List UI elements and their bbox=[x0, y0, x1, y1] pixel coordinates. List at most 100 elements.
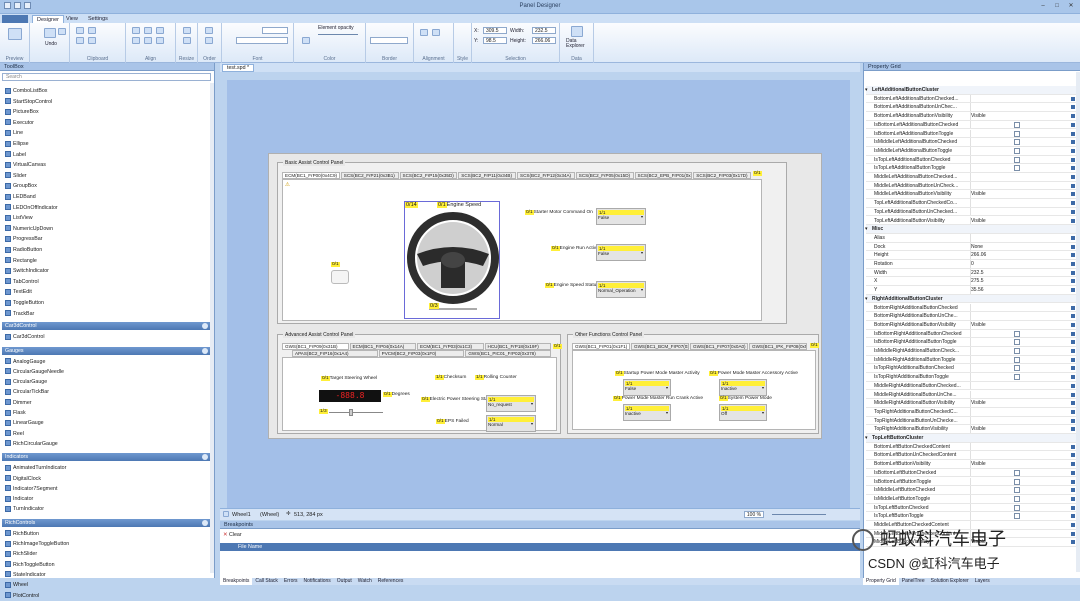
toolbox-category-gauges[interactable]: Gauges bbox=[2, 346, 210, 355]
property-row[interactable]: Dock None bbox=[866, 242, 1076, 252]
toolbox-item-circulartickbar[interactable]: CircularTickBar bbox=[5, 388, 49, 397]
steering-wheel-icon[interactable] bbox=[407, 212, 499, 304]
property-row[interactable]: TopRightAdditionalButtonVisibility Visibl… bbox=[866, 425, 1076, 434]
toolbox-item-ledonoffindicator[interactable]: LEDOnOffIndicator bbox=[5, 204, 58, 213]
property-row[interactable]: TopLeftAdditionalButtonUnChecked... bbox=[866, 207, 1076, 217]
property-row[interactable]: TopLeftAdditionalButtonVisibility Visible bbox=[866, 216, 1076, 226]
minimize-button[interactable]: – bbox=[1036, 2, 1050, 11]
font-size-combo[interactable] bbox=[262, 27, 288, 34]
property-row[interactable]: BottomLeftAdditionalButtonUnChec... bbox=[866, 103, 1076, 113]
property-row[interactable]: IsMiddleLeftAdditionalButtonToggle bbox=[866, 146, 1076, 156]
bring-front-icon[interactable] bbox=[205, 27, 213, 34]
property-row[interactable]: IsMiddleLeftButtonToggle bbox=[866, 494, 1076, 504]
bottom-tab-watch[interactable]: Watch bbox=[355, 578, 375, 585]
property-checkbox[interactable] bbox=[1014, 139, 1020, 146]
toolbox-item-startstopcontrol[interactable]: StartStopControl bbox=[5, 98, 52, 107]
tab-gws-bc1-frp09-0x31b[interactable]: GWS(BC1_FrP09(0x31B) bbox=[282, 343, 349, 350]
property-row[interactable]: IsBottomRightAdditionalButtonChecked bbox=[866, 329, 1076, 339]
maximize-button[interactable]: □ bbox=[1050, 2, 1064, 11]
wheel-selection-box[interactable]: 0/14 0/1Engine Speed 0/3 bbox=[404, 201, 500, 319]
toolbox-item-ledband[interactable]: LEDBand bbox=[5, 193, 36, 202]
border-style-combo[interactable] bbox=[370, 37, 408, 44]
bottom-tab-errors[interactable]: Errors bbox=[281, 578, 301, 585]
delete-icon[interactable] bbox=[88, 37, 96, 44]
property-row[interactable]: IsTopLeftAdditionalButtonChecked bbox=[866, 155, 1076, 165]
resize-width-icon[interactable] bbox=[183, 27, 191, 34]
accessory-dropdown[interactable]: 1/1 Inactive ▾ bbox=[719, 379, 767, 396]
tab-scs-bc2-frp15-0x35d[interactable]: SCS(BC2_FrP15(0x35D) bbox=[399, 172, 458, 179]
toolbox-item-tabcontrol[interactable]: TabControl bbox=[5, 278, 39, 287]
property-row[interactable]: BottomRightAdditionalButtonVisibility Vis… bbox=[866, 320, 1076, 330]
property-category[interactable]: ▾ TopLeftButtonCluster bbox=[865, 434, 1076, 443]
property-row[interactable]: MiddleRightAdditionalButtonUnChe... bbox=[866, 390, 1076, 400]
property-row[interactable]: BottomLeftButtonUnCheckedContent bbox=[866, 451, 1076, 461]
property-row[interactable]: Width 232.5 bbox=[866, 268, 1076, 278]
tab-ecm-bc1-frp04-0x14a[interactable]: ECM(BC1_FrP04(0x14A) bbox=[349, 343, 416, 350]
align-bottom-icon[interactable] bbox=[156, 37, 164, 44]
tab-scs-bc2-frp12-0x34a[interactable]: SCS(BC2_FrP12(0x34A) bbox=[517, 172, 575, 179]
toolbox-item-circulargaugeneedle[interactable]: CircularGaugeNeedle bbox=[5, 368, 64, 377]
property-checkbox[interactable] bbox=[1014, 487, 1020, 494]
tab-ecm-bc1-frp00-0x4c9[interactable]: ECM(BC1_FrP00(0x4C9) bbox=[282, 172, 340, 179]
toolbox-item-togglebutton[interactable]: ToggleButton bbox=[5, 299, 44, 308]
target-steering-slider[interactable] bbox=[329, 412, 383, 413]
opacity-slider[interactable] bbox=[318, 34, 358, 35]
property-row[interactable]: BottomLeftButtonVisibility Visible bbox=[866, 460, 1076, 469]
align-left-icon[interactable] bbox=[132, 27, 140, 34]
close-button[interactable]: ✕ bbox=[1064, 2, 1078, 11]
property-checkbox[interactable] bbox=[1014, 504, 1020, 511]
toolbox-item-numericupdown[interactable]: NumericUpDown bbox=[5, 225, 53, 234]
property-row[interactable]: MiddleLeftAdditionalButtonUnCheck... bbox=[866, 181, 1076, 191]
property-row[interactable]: TopRightAdditionalButtonCheckedC... bbox=[866, 407, 1076, 417]
toolbox-item-stateindicator[interactable]: StateIndicator bbox=[5, 571, 46, 580]
toolbox-item-digitalclock[interactable]: DigitalClock bbox=[5, 475, 41, 484]
property-checkbox[interactable] bbox=[1014, 495, 1020, 502]
toolbox-item-executor[interactable]: Executor bbox=[5, 119, 34, 128]
advanced-assist-groupbox[interactable]: Advanced Assist Control Panel 0/1 0/1Tar… bbox=[277, 332, 562, 434]
align-middle-icon[interactable] bbox=[144, 37, 152, 44]
toolbox-item-car3dcontrol[interactable]: Car3dControl bbox=[5, 333, 45, 342]
property-checkbox[interactable] bbox=[1014, 147, 1020, 154]
toolbox-item-textedit[interactable]: TextEdit bbox=[5, 288, 32, 297]
toolbox-item-wheel[interactable]: Wheel bbox=[5, 581, 28, 590]
toolbox-item-ellipse[interactable]: Ellipse bbox=[5, 140, 29, 149]
property-row[interactable]: BottomLeftButtonCheckedContent bbox=[866, 442, 1076, 452]
property-row[interactable]: IsBottomLeftAdditionalButtonChecked bbox=[866, 120, 1076, 130]
data-explorer-icon[interactable] bbox=[571, 26, 583, 37]
collapse-arrow-icon[interactable]: ▾ bbox=[865, 86, 868, 94]
paste-icon[interactable] bbox=[76, 37, 84, 44]
property-row[interactable]: IsMiddleRightAdditionalButtonCheck... bbox=[866, 347, 1076, 356]
eps-failed-dropdown[interactable]: 1/1 Normal ▾ bbox=[486, 415, 536, 432]
property-scrollbar[interactable] bbox=[1076, 72, 1080, 572]
toolbox-item-line[interactable]: Line bbox=[5, 129, 23, 138]
panel-design-surface[interactable]: Basic Assist Control Panel 0/1 ⚠ 0/1 0/1… bbox=[268, 153, 822, 439]
toolbox-item-dimmer[interactable]: Dimmer bbox=[5, 399, 32, 408]
y-input[interactable]: 98.5 bbox=[483, 37, 507, 44]
property-row[interactable]: BottomRightAdditionalButtonUnChe... bbox=[866, 312, 1076, 321]
property-row[interactable]: BottomLeftAdditionalButtonVisibility Visi… bbox=[866, 112, 1076, 121]
toolbox-item-progressbar[interactable]: ProgressBar bbox=[5, 235, 42, 244]
property-checkbox[interactable] bbox=[1014, 156, 1020, 163]
tab-gws-bc1-frp01-0x1f1[interactable]: GWS(BC1_FrP01(0x1F1) bbox=[572, 343, 630, 350]
zoom-input[interactable]: 100 % bbox=[744, 511, 764, 518]
tab-settings[interactable]: Settings bbox=[84, 15, 112, 23]
toolbox-item-turnindicator[interactable]: TurnIndicator bbox=[5, 505, 44, 514]
tab-gws-bc1-pic01-frp02-0x378[interactable]: GWS(BC1_PIC01_FrP02(0x378) bbox=[465, 350, 551, 357]
property-checkbox[interactable] bbox=[1014, 513, 1020, 520]
property-checkbox[interactable] bbox=[1014, 330, 1020, 337]
toolbox-item-richimagetogglebutton[interactable]: RichImageToggleButton bbox=[5, 540, 69, 549]
property-row[interactable]: MiddleRightAdditionalButtonVisibility Vis… bbox=[866, 399, 1076, 408]
align-top-icon[interactable] bbox=[132, 37, 140, 44]
toolbox-item-richtogglebutton[interactable]: RichToggleButton bbox=[5, 561, 55, 570]
toolbox-item-analoggauge[interactable]: AnalogGauge bbox=[5, 358, 45, 367]
property-row[interactable]: IsBottomLeftButtonChecked bbox=[866, 468, 1076, 478]
toolbox-item-picturebox[interactable]: PictureBox bbox=[5, 108, 39, 117]
property-row[interactable]: MiddleRightAdditionalButtonChecked... bbox=[866, 381, 1076, 391]
property-checkbox[interactable] bbox=[1014, 356, 1020, 363]
property-row[interactable]: X 275.5 bbox=[866, 277, 1076, 287]
property-row[interactable]: Rotation 0 bbox=[866, 260, 1076, 269]
file-menu-button[interactable] bbox=[2, 15, 28, 23]
other-functions-groupbox[interactable]: Other Functions Control Panel 0/1 0/1Sta… bbox=[567, 332, 819, 434]
zoom-slider[interactable] bbox=[772, 514, 826, 515]
toolbox-item-indicator[interactable]: Indicator bbox=[5, 495, 33, 504]
